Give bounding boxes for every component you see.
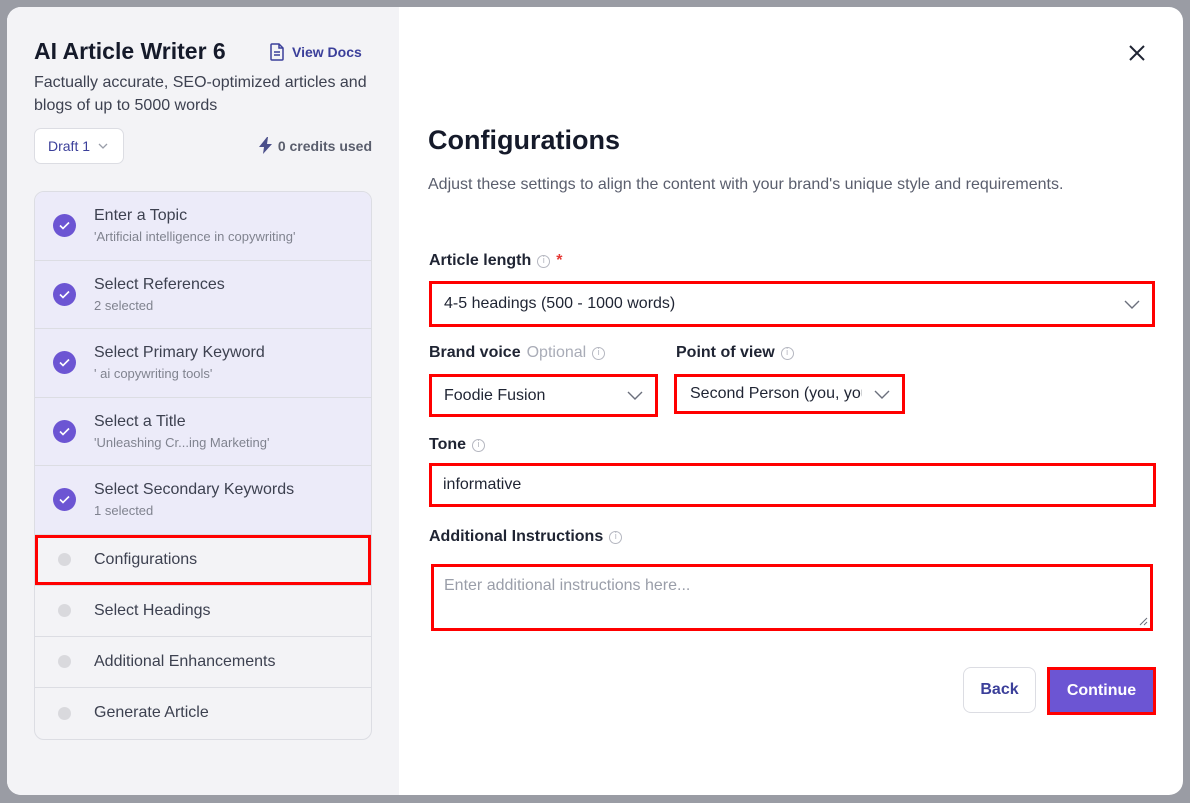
chevron-down-icon	[98, 143, 108, 149]
step-title: Select Headings	[94, 601, 211, 619]
step-title: Generate Article	[94, 704, 209, 721]
brand-voice-label: Brand voice Optional i	[429, 344, 606, 362]
info-icon: i	[537, 254, 551, 268]
app-title: AI Article Writer 6	[34, 38, 226, 64]
brand-voice-select[interactable]: Foodie Fusion	[429, 374, 658, 417]
brand-voice-value: Foodie Fusion	[444, 386, 546, 404]
additional-instructions-textarea[interactable]	[434, 567, 1150, 628]
step-title: Select a Title	[94, 412, 186, 430]
sidebar: AI Article Writer 6 View Docs Factually …	[7, 7, 399, 795]
check-icon	[53, 214, 76, 238]
step-select-headings[interactable]: Select Headings	[35, 586, 371, 637]
optional-label: Optional	[526, 344, 587, 361]
page-description: Adjust these settings to align the conte…	[428, 176, 1064, 193]
back-button[interactable]: Back	[963, 667, 1036, 713]
step-title: Enter a Topic	[94, 207, 188, 225]
article-writer-modal: AI Article Writer 6 View Docs Factually …	[7, 7, 1183, 795]
info-icon: i	[609, 530, 623, 544]
point-of-view-label: Point of view i	[676, 344, 794, 362]
step-title: Configurations	[94, 550, 198, 568]
tone-label-text: Tone	[429, 436, 467, 453]
step-title: Select Primary Keyword	[94, 344, 265, 362]
chevron-down-icon	[1124, 300, 1140, 309]
step-subtitle: ' ai copywriting tools'	[94, 366, 213, 382]
step-subtitle: 'Artificial intelligence in copywriting'	[94, 229, 296, 245]
close-icon	[1129, 45, 1145, 61]
additional-instructions-label: Additional Instructions i	[429, 528, 623, 546]
page-title: Configurations	[428, 125, 620, 155]
tone-label: Tone i	[429, 436, 486, 454]
step-additional-enhancements[interactable]: Additional Enhancements	[35, 637, 371, 688]
chevron-down-icon	[627, 391, 643, 400]
point-of-view-select[interactable]: Second Person (you, your)	[674, 374, 905, 414]
check-icon	[53, 488, 76, 512]
step-select-title[interactable]: Select a Title 'Unleashing Cr...ing Mark…	[35, 397, 371, 466]
step-subtitle: 'Unleashing Cr...ing Marketing'	[94, 434, 270, 450]
document-icon	[270, 43, 284, 61]
resize-handle-icon[interactable]	[1139, 617, 1148, 626]
check-icon	[53, 351, 76, 375]
continue-button-highlight: Continue	[1047, 667, 1156, 715]
brand-voice-label-text: Brand voice	[429, 344, 521, 361]
point-of-view-value: Second Person (you, your)	[690, 385, 862, 402]
credits-indicator: 0 credits used	[258, 137, 372, 154]
article-length-select[interactable]: 4-5 headings (500 - 1000 words)	[429, 281, 1155, 327]
article-length-value: 4-5 headings (500 - 1000 words)	[444, 295, 676, 312]
lightning-icon	[258, 137, 272, 154]
point-of-view-label-text: Point of view	[676, 344, 775, 361]
pending-dot-icon	[58, 706, 71, 720]
pending-dot-icon	[58, 553, 71, 566]
step-title: Select Secondary Keywords	[94, 481, 295, 499]
step-select-references[interactable]: Select References 2 selected	[35, 260, 371, 329]
tone-input[interactable]	[432, 466, 1153, 504]
tone-field[interactable]	[429, 463, 1156, 507]
view-docs-label: View Docs	[292, 44, 362, 60]
article-length-label-text: Article length	[429, 252, 532, 269]
step-subtitle: 1 selected	[94, 503, 154, 519]
step-title: Additional Enhancements	[94, 652, 276, 670]
steps-list: Enter a Topic 'Artificial intelligence i…	[34, 191, 372, 740]
close-button[interactable]	[1127, 43, 1147, 63]
app-subtitle: Factually accurate, SEO-optimized articl…	[34, 74, 367, 114]
info-icon: i	[780, 346, 794, 360]
info-icon: i	[592, 346, 606, 360]
credits-label: 0 credits used	[277, 137, 372, 154]
step-title: Select References	[94, 275, 225, 293]
step-subtitle: 2 selected	[94, 297, 154, 313]
draft-select[interactable]: Draft 1	[34, 128, 124, 164]
check-icon	[53, 282, 76, 306]
configuration-panel: Configurations Adjust these settings to …	[399, 7, 1183, 795]
step-select-secondary-keywords[interactable]: Select Secondary Keywords 1 selected	[35, 466, 371, 535]
step-select-primary-keyword[interactable]: Select Primary Keyword ' ai copywriting …	[35, 329, 371, 398]
info-icon: i	[472, 438, 486, 452]
check-icon	[53, 419, 76, 443]
required-mark: *	[556, 252, 563, 269]
step-generate-article[interactable]: Generate Article	[35, 688, 371, 739]
additional-instructions-field[interactable]	[431, 564, 1153, 631]
pending-dot-icon	[58, 655, 71, 668]
view-docs-link[interactable]: View Docs	[269, 43, 362, 61]
step-configurations[interactable]: Configurations	[35, 534, 371, 586]
step-enter-topic[interactable]: Enter a Topic 'Artificial intelligence i…	[35, 192, 371, 261]
additional-instructions-label-text: Additional Instructions	[429, 528, 604, 545]
chevron-down-icon	[874, 390, 890, 399]
pending-dot-icon	[58, 604, 71, 617]
continue-button[interactable]: Continue	[1050, 670, 1153, 712]
draft-label: Draft 1	[48, 138, 91, 154]
article-length-label: Article length i *	[429, 252, 562, 270]
